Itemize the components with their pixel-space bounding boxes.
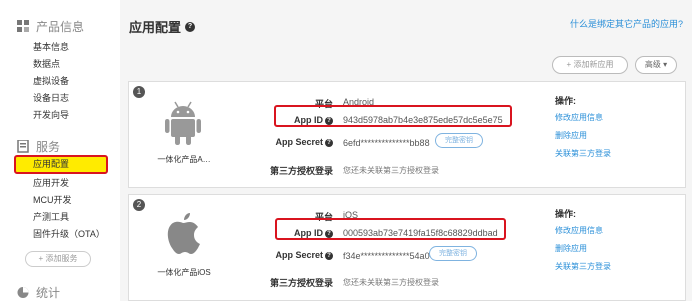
sidebar-item-dev-guide[interactable]: 开发向导	[33, 109, 69, 121]
app-id-value: 000593ab73e7419fa15f8c68829ddbad	[343, 228, 498, 238]
app-id-label: App ID?	[294, 228, 333, 238]
full-key-button[interactable]: 完整密钥	[429, 246, 477, 261]
app-secret-label: App Secret?	[275, 137, 333, 147]
ops-title: 操作:	[555, 96, 576, 106]
sidebar: 产品信息 基本信息 数据点 虚拟设备 设备日志 开发向导 服务 应用配置 应用开…	[0, 0, 120, 301]
edit-app-link[interactable]: 修改应用信息	[555, 225, 603, 236]
help-icon: ?	[325, 230, 333, 238]
grid-icon	[17, 20, 30, 33]
apple-icon	[163, 209, 203, 255]
sidebar-item-mcu-dev[interactable]: MCU开发	[33, 194, 72, 206]
page-title-text: 应用配置	[129, 20, 182, 35]
page-title: 应用配置 ?	[129, 17, 196, 36]
app-card-android: 1 一体化产品A… 平台 Android App ID? 943d5978ab7…	[128, 81, 686, 188]
add-app-button[interactable]: + 添加新应用	[552, 56, 628, 74]
app-secret-value: f34e**************54a0	[343, 251, 430, 261]
sidebar-section-stats: 统计	[17, 284, 60, 301]
delete-app-link[interactable]: 删除应用	[555, 130, 587, 141]
sidebar-section-label: 服务	[36, 140, 61, 154]
third-party-label: 第三方授权登录	[269, 166, 333, 176]
service-icon	[17, 139, 30, 153]
full-key-button[interactable]: 完整密钥	[435, 133, 483, 148]
add-service-button[interactable]: + 添加服务	[25, 251, 91, 267]
link-third-party-link[interactable]: 关联第三方登录	[555, 261, 611, 272]
delete-app-link[interactable]: 删除应用	[555, 243, 587, 254]
sidebar-section-label: 产品信息	[36, 20, 85, 34]
edit-app-link[interactable]: 修改应用信息	[555, 112, 603, 123]
app-id-value: 943d5978ab7b4e3e875ede57dc5e5e75	[343, 115, 503, 125]
help-icon: ?	[325, 117, 333, 125]
sidebar-item-app-dev[interactable]: 应用开发	[33, 177, 69, 189]
third-party-label: 第三方授权登录	[269, 278, 333, 288]
advanced-dropdown[interactable]: 高级 ▾	[635, 56, 677, 74]
app-card-ios: 2 一体化产品iOS 平台 iOS App ID? 000593ab73e741…	[128, 194, 686, 301]
sidebar-item-ota[interactable]: 固件升级（OTA）	[33, 228, 105, 240]
sidebar-item-app-config[interactable]: 应用配置	[14, 155, 108, 174]
app-name: 一体化产品A…	[157, 155, 211, 164]
ops-title: 操作:	[555, 209, 576, 219]
sidebar-item-test-tool[interactable]: 产测工具	[33, 211, 69, 223]
help-icon: ?	[325, 252, 333, 260]
android-icon	[163, 100, 203, 146]
app-secret-value: 6efd**************bb88	[343, 138, 430, 148]
pie-chart-icon	[17, 286, 30, 299]
app-id-label: App ID?	[294, 115, 333, 125]
app-secret-label: App Secret?	[275, 250, 333, 260]
sidebar-item-basic-info[interactable]: 基本信息	[33, 41, 69, 53]
help-link[interactable]: 什么是绑定其它产品的应用?	[570, 17, 683, 30]
sidebar-item-datapoints[interactable]: 数据点	[33, 58, 60, 70]
help-icon[interactable]: ?	[185, 21, 196, 32]
link-third-party-link[interactable]: 关联第三方登录	[555, 148, 611, 159]
sidebar-item-virtual-device[interactable]: 虚拟设备	[33, 75, 69, 87]
app-index-badge: 2	[133, 199, 145, 211]
app-name: 一体化产品iOS	[157, 268, 211, 277]
sidebar-item-device-log[interactable]: 设备日志	[33, 92, 69, 104]
app-index-badge: 1	[133, 86, 145, 98]
third-party-value: 您还未关联第三方授权登录	[343, 278, 439, 287]
sidebar-section-product: 产品信息	[17, 18, 84, 35]
help-icon: ?	[325, 139, 333, 147]
main-content: 应用配置 ? 什么是绑定其它产品的应用? + 添加新应用 高级 ▾ 1 一体化产…	[120, 0, 692, 301]
sidebar-section-label: 统计	[36, 286, 61, 300]
third-party-value: 您还未关联第三方授权登录	[343, 166, 439, 175]
sidebar-section-service: 服务	[17, 138, 60, 155]
